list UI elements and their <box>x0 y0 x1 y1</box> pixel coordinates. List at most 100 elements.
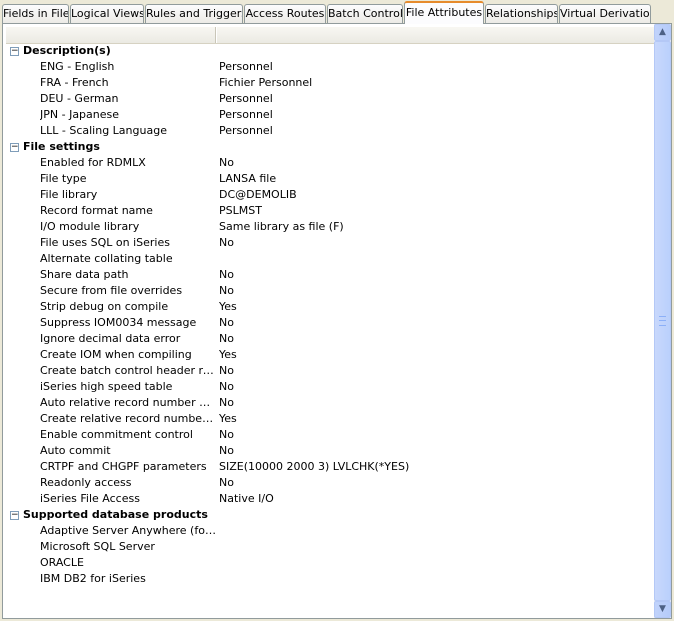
property-row[interactable]: Record format name PSLMST <box>3 203 655 219</box>
tab-logical-views[interactable]: Logical Views <box>70 4 144 23</box>
property-value: Personnel <box>219 124 273 137</box>
property-row[interactable]: CRTPF and CHGPF parameters SIZE(10000 200… <box>3 459 655 475</box>
property-value: No <box>219 364 234 377</box>
scrollbar-thumb[interactable] <box>654 41 671 601</box>
tab-access-routes[interactable]: Access Routes <box>244 4 326 23</box>
property-row[interactable]: DEU - German Personnel <box>3 91 655 107</box>
property-row[interactable]: Create IOM when compiling Yes <box>3 347 655 363</box>
property-value: No <box>219 316 234 329</box>
vertical-scrollbar[interactable]: ▲ ▼ <box>654 24 671 618</box>
group-supported-database-products[interactable]: − Supported database products <box>3 507 655 523</box>
property-row[interactable]: Create relative record number col...Yes <box>3 411 655 427</box>
property-row[interactable]: Alternate collating table <box>3 251 655 267</box>
property-name: Auto relative record number gen... <box>40 396 216 409</box>
grip-icon <box>659 316 666 326</box>
property-name: LLL - Scaling Language <box>40 124 167 137</box>
property-name: Enabled for RDMLX <box>40 156 146 169</box>
group-descriptions[interactable]: − Description(s) <box>3 43 655 59</box>
property-value: Personnel <box>219 92 273 105</box>
property-row[interactable]: LLL - Scaling Language Personnel <box>3 123 655 139</box>
property-value: No <box>219 396 234 409</box>
property-name: Ignore decimal data error <box>40 332 181 345</box>
property-row[interactable]: FRA - French Fichier Personnel <box>3 75 655 91</box>
property-name: File uses SQL on iSeries <box>40 236 170 249</box>
property-row[interactable]: Share data path No <box>3 267 655 283</box>
collapse-icon[interactable]: − <box>10 143 19 152</box>
property-value: No <box>219 268 234 281</box>
property-name: CRTPF and CHGPF parameters <box>40 460 207 473</box>
property-name: IBM DB2 for iSeries <box>40 572 146 585</box>
property-name: Suppress IOM0034 message <box>40 316 197 329</box>
property-name: Strip debug on compile <box>40 300 169 313</box>
property-name: FRA - French <box>40 76 109 89</box>
property-row[interactable]: iSeries high speed table No <box>3 379 655 395</box>
tab-fields-in-file[interactable]: Fields in File <box>2 4 69 23</box>
property-tree: − Description(s) ENG - English Personnel … <box>3 43 655 587</box>
property-name: Record format name <box>40 204 153 217</box>
property-value: SIZE(10000 2000 3) LVLCHK(*YES) <box>219 460 410 473</box>
scroll-up-button[interactable]: ▲ <box>654 24 671 41</box>
property-row[interactable]: Secure from file overrides No <box>3 283 655 299</box>
property-name: File type <box>40 172 87 185</box>
tab-virtual-derivation[interactable]: Virtual Derivation <box>559 4 651 23</box>
chevron-up-icon: ▲ <box>659 27 666 37</box>
group-title: Description(s) <box>23 44 111 57</box>
collapse-icon[interactable]: − <box>10 47 19 56</box>
property-row[interactable]: Enable commitment control No <box>3 427 655 443</box>
property-value: No <box>219 156 234 169</box>
property-row[interactable]: File type LANSA file <box>3 171 655 187</box>
property-value: No <box>219 284 234 297</box>
column-header <box>6 27 656 44</box>
property-name: iSeries high speed table <box>40 380 173 393</box>
property-name: iSeries File Access <box>40 492 140 505</box>
property-row[interactable]: Auto relative record number gen... No <box>3 395 655 411</box>
collapse-icon[interactable]: − <box>10 511 19 520</box>
property-name: Create batch control header reco... <box>40 364 216 377</box>
property-row[interactable]: Auto commit No <box>3 443 655 459</box>
tab-relationships[interactable]: Relationships <box>485 4 558 23</box>
property-row[interactable]: Ignore decimal data error No <box>3 331 655 347</box>
property-row[interactable]: File uses SQL on iSeries No <box>3 235 655 251</box>
property-row[interactable]: Adaptive Server Anywhere (for a... <box>3 523 655 539</box>
property-name: I/O module library <box>40 220 140 233</box>
column-header-name[interactable] <box>6 27 216 43</box>
property-name: Create IOM when compiling <box>40 348 192 361</box>
property-name: JPN - Japanese <box>40 108 120 121</box>
property-row[interactable]: Strip debug on compile Yes <box>3 299 655 315</box>
property-name: Share data path <box>40 268 129 281</box>
property-row[interactable]: IBM DB2 for iSeries <box>3 571 655 587</box>
property-row[interactable]: Create batch control header reco... No <box>3 363 655 379</box>
property-row[interactable]: Suppress IOM0034 message No <box>3 315 655 331</box>
group-file-settings[interactable]: − File settings <box>3 139 655 155</box>
property-name: Create relative record number col... <box>40 412 216 425</box>
property-row[interactable]: iSeries File Access Native I/O <box>3 491 655 507</box>
property-name: Secure from file overrides <box>40 284 183 297</box>
property-row[interactable]: Enabled for RDMLX No <box>3 155 655 171</box>
property-value: Native I/O <box>219 492 274 505</box>
property-name: Alternate collating table <box>40 252 173 265</box>
property-name: Adaptive Server Anywhere (for a... <box>40 524 216 537</box>
tab-batch-control[interactable]: Batch Control <box>327 4 403 23</box>
property-row[interactable]: ENG - English Personnel <box>3 59 655 75</box>
file-attributes-panel: − Description(s) ENG - English Personnel … <box>2 23 672 619</box>
property-row[interactable]: I/O module library Same library as file (… <box>3 219 655 235</box>
property-name: Readonly access <box>40 476 132 489</box>
property-row[interactable]: Readonly access No <box>3 475 655 491</box>
property-row[interactable]: Microsoft SQL Server <box>3 539 655 555</box>
tab-rules-and-triggers[interactable]: Rules and Triggers <box>145 4 243 23</box>
property-name: File library <box>40 188 98 201</box>
group-title: File settings <box>23 140 100 153</box>
scroll-down-button[interactable]: ▼ <box>654 601 671 618</box>
property-value: Yes <box>219 348 237 361</box>
tab-file-attributes[interactable]: File Attributes <box>404 1 484 24</box>
property-value: DC@DEMOLIB <box>219 188 297 201</box>
property-value: No <box>219 476 234 489</box>
property-row[interactable]: ORACLE <box>3 555 655 571</box>
group-title: Supported database products <box>23 508 208 521</box>
column-header-value[interactable] <box>216 27 656 43</box>
property-row[interactable]: JPN - Japanese Personnel <box>3 107 655 123</box>
property-name: ENG - English <box>40 60 115 73</box>
property-row[interactable]: File library DC@DEMOLIB <box>3 187 655 203</box>
property-name: ORACLE <box>40 556 84 569</box>
property-value: Yes <box>219 412 237 425</box>
